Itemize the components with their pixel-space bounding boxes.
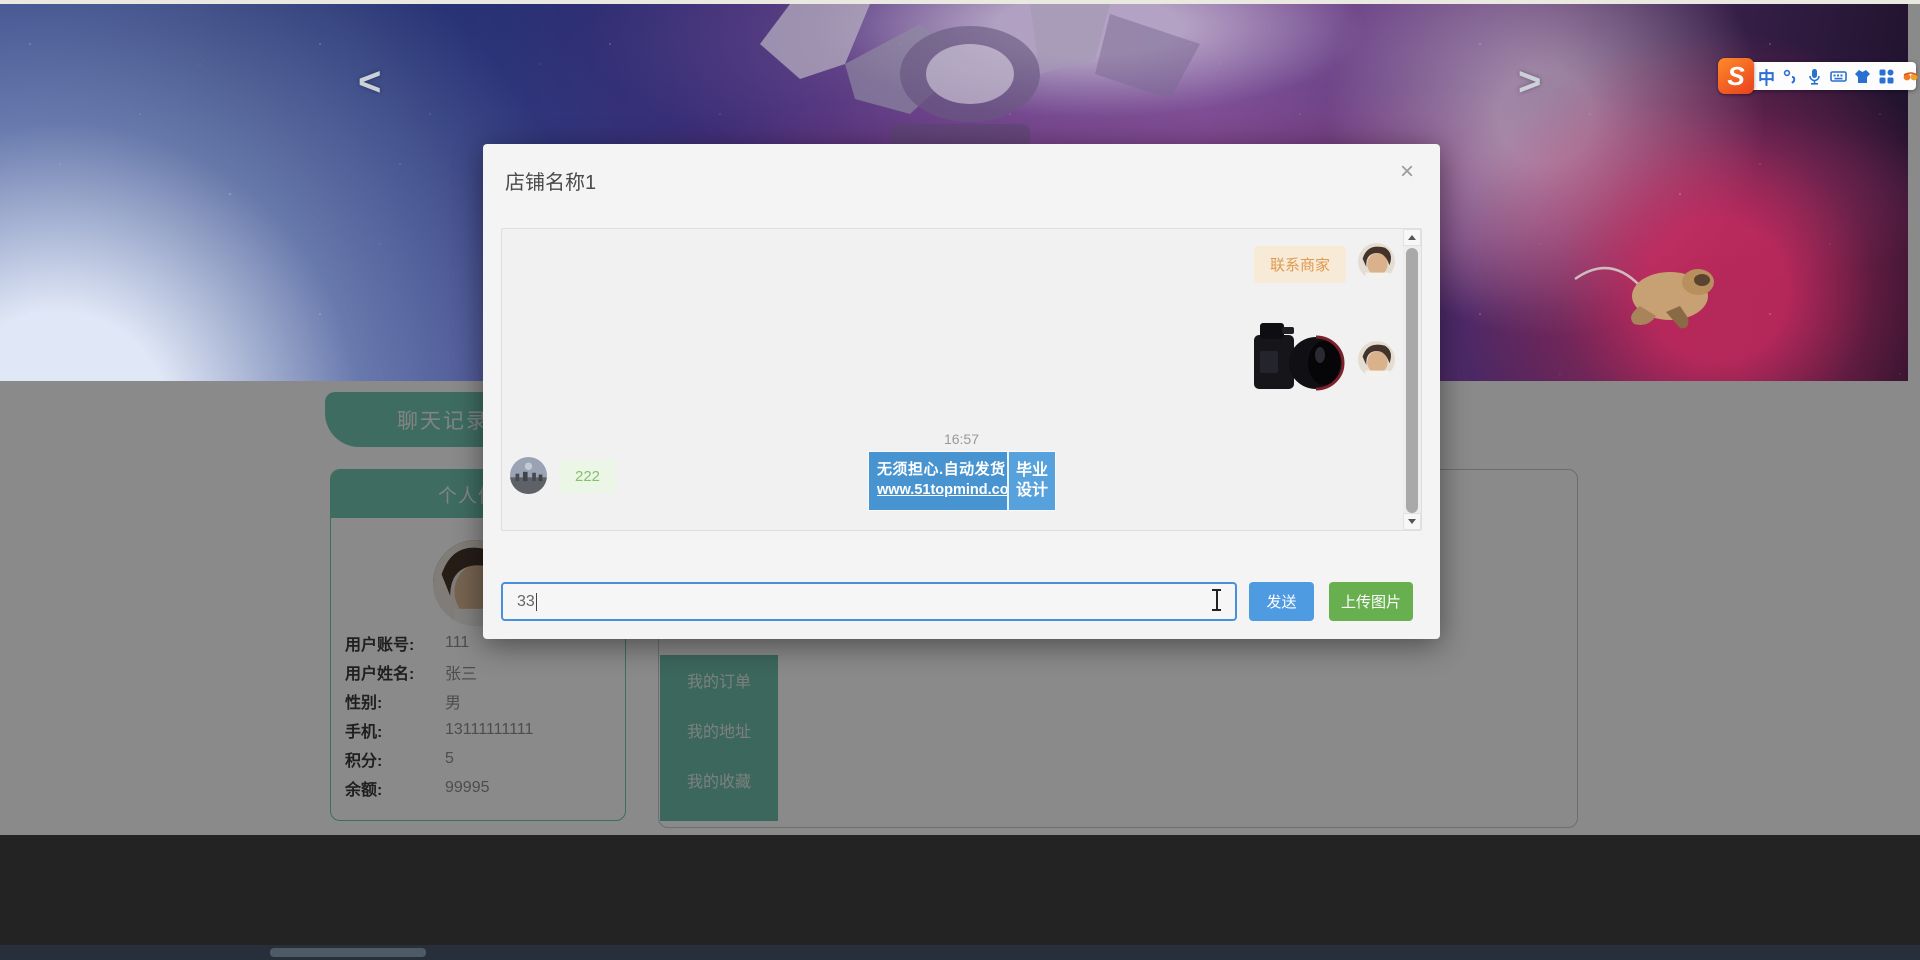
astronaut-art (1570, 234, 1770, 354)
horizontal-scrollbar-thumb[interactable] (270, 948, 426, 957)
input-value: 33 (517, 593, 535, 611)
skin-shirt-icon[interactable] (1854, 68, 1871, 85)
scroll-down-button[interactable] (1403, 513, 1421, 530)
watermark-text-block: 无须担心.自动发货 www.51topmind.com (869, 452, 1007, 510)
scroll-up-button[interactable] (1403, 229, 1421, 246)
triangle-down-icon (1408, 519, 1416, 524)
modal-title: 店铺名称1 (505, 166, 596, 195)
horizontal-scrollbar[interactable] (0, 945, 1920, 960)
avatar (1358, 341, 1395, 378)
message-product-image[interactable] (1252, 315, 1395, 399)
scrollbar-thumb[interactable] (1406, 248, 1418, 513)
avatar (510, 457, 547, 494)
watermark-line1: 无须担心.自动发货 (877, 458, 1001, 479)
punctuation-icon[interactable] (1782, 68, 1799, 85)
emoji-face-icon[interactable] (1902, 68, 1919, 85)
keyboard-icon[interactable] (1830, 68, 1847, 85)
shop-chat-modal: 店铺名称1 × 联系商家 (483, 144, 1440, 639)
message-user-text: 222 (510, 457, 616, 494)
carousel-prev-button[interactable]: < (358, 62, 381, 102)
triangle-up-icon (1408, 235, 1416, 240)
chat-message-input[interactable]: 33 (501, 582, 1237, 621)
site-watermark: 无须担心.自动发货 www.51topmind.com 毕业 设计 (869, 452, 1055, 510)
close-icon[interactable]: × (1400, 160, 1414, 184)
top-edge-strip (0, 0, 1920, 4)
watermark-badge: 毕业 设计 (1007, 452, 1055, 510)
message-bubble: 222 (559, 460, 616, 493)
upload-image-button[interactable]: 上传图片 (1329, 582, 1413, 621)
toolbox-grid-icon[interactable] (1878, 68, 1895, 85)
input-caret (536, 593, 537, 611)
carousel-next-button[interactable]: > (1518, 62, 1541, 102)
ime-language-toggle[interactable]: 中 (1758, 64, 1775, 89)
mouse-ibeam-cursor (1212, 588, 1221, 612)
chat-scrollbar[interactable] (1403, 229, 1421, 530)
sogou-logo[interactable]: S (1718, 58, 1754, 94)
message-bubble: 联系商家 (1254, 246, 1346, 283)
page-root: < > 聊天记录 个人信息 用户账号: 111 用户姓名: 张三 性别: (0, 0, 1920, 960)
microphone-icon[interactable] (1806, 68, 1823, 85)
ime-toolbar: 中 (1718, 58, 1918, 94)
watermark-url: www.51topmind.com (877, 482, 1001, 498)
watermark-badge-line2: 设计 (1016, 481, 1048, 501)
camera-product-photo (1252, 315, 1348, 399)
ime-toolbar-bar: 中 (1744, 62, 1916, 90)
send-button[interactable]: 发送 (1249, 582, 1314, 621)
message-merchant-inquiry: 联系商家 (1254, 243, 1395, 283)
avatar (1358, 243, 1395, 280)
message-timestamp: 16:57 (502, 431, 1421, 447)
watermark-badge-line1: 毕业 (1016, 461, 1048, 481)
